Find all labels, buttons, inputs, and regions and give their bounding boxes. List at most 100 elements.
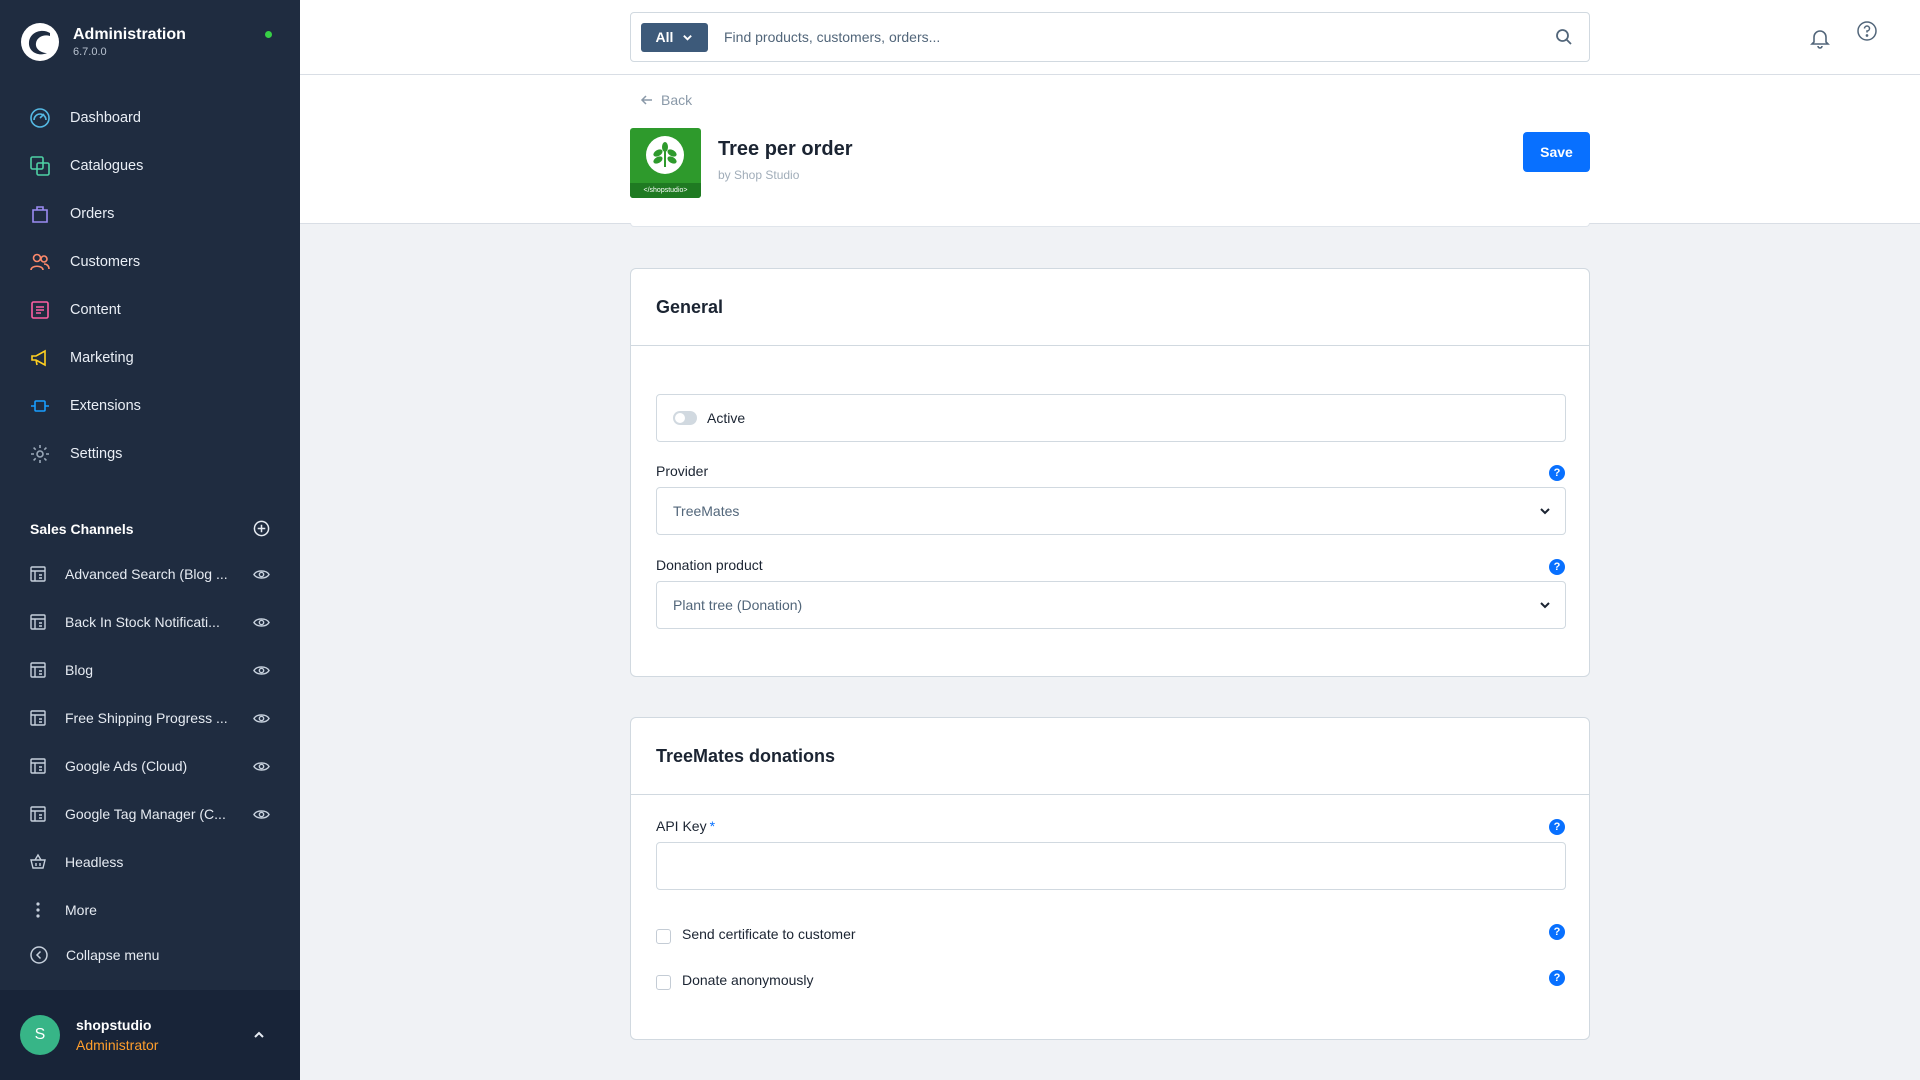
api-key-help-icon[interactable]: ? [1549,819,1565,835]
avatar: S [20,1015,60,1055]
customers-icon [30,253,50,271]
add-sales-channel-icon[interactable] [253,520,270,537]
nav-item-content[interactable]: Content [0,286,300,334]
back-label: Back [661,92,693,108]
donation-product-value: Plant tree (Donation) [673,597,803,613]
collapse-icon [30,946,48,964]
nav-item-marketing[interactable]: Marketing [0,334,300,382]
top-bar: All [300,0,1920,75]
search-input[interactable] [724,29,1555,45]
save-button[interactable]: Save [1523,132,1590,172]
brand: Administration 6.7.0.0 [20,22,186,62]
api-key-label: API Key * [656,818,715,834]
chevron-up-icon[interactable] [252,1028,266,1042]
api-key-label-text: API Key [656,818,707,834]
search-type-dropdown[interactable]: All [641,22,708,52]
status-indicator [265,31,272,38]
eye-icon[interactable] [253,710,270,727]
general-card: General Active Provider ? TreeMates Dona… [630,268,1590,677]
search-icon[interactable] [1555,28,1573,46]
nav-label: Orders [70,206,115,222]
nav-label: Extensions [70,398,141,414]
chevron-down-icon [1540,602,1550,609]
marketing-icon [31,349,46,367]
sales-channel-label: More [65,902,97,918]
nav-label: Customers [70,254,141,270]
send-certificate-checkbox[interactable] [656,929,671,944]
active-toggle[interactable] [673,411,697,425]
extension-logo: </shopstudio> [630,128,701,198]
eye-icon[interactable] [253,662,270,679]
sales-channel-item[interactable]: Advanced Search (Blog ... [0,550,300,598]
sales-channel-list: Advanced Search (Blog ... Back In Stock … [0,550,300,934]
help-icon[interactable] [1856,20,1878,42]
dashboard-icon [30,108,50,128]
nav-item-catalogues[interactable]: Catalogues [0,142,300,190]
storefront-icon [30,614,46,630]
donation-product-select[interactable]: Plant tree (Donation) [656,581,1566,629]
nav-item-customers[interactable]: Customers [0,238,300,286]
sales-channel-label: Back In Stock Notificati... [65,614,220,630]
storefront-icon [30,662,46,678]
global-search: All [630,12,1590,62]
storefront-icon [30,710,46,726]
extension-author: by Shop Studio [718,168,800,182]
sales-channel-item[interactable]: Headless [0,838,300,886]
notifications-bell-icon[interactable] [1808,26,1832,50]
sales-channel-label: Blog [65,662,94,678]
send-certificate-help-icon[interactable]: ? [1549,924,1565,940]
donate-anonymously-label: Donate anonymously [682,972,814,988]
nav-item-orders[interactable]: Orders [0,190,300,238]
provider-value: TreeMates [673,503,740,519]
chevron-down-icon [683,34,693,41]
nav-item-settings[interactable]: Settings [0,430,300,478]
donate-anonymously-checkbox[interactable] [656,975,671,990]
sales-channel-item[interactable]: Back In Stock Notificati... [0,598,300,646]
storefront-icon [30,806,46,822]
donate-anonymously-help-icon[interactable]: ? [1549,970,1565,986]
donation-help-icon[interactable]: ? [1549,559,1565,575]
nav-item-extensions[interactable]: Extensions [0,382,300,430]
main-nav: Dashboard Catalogues Orders Customers Co… [0,94,300,478]
general-card-title: General [631,269,1589,346]
shopware-logo-icon [21,23,59,61]
collapse-menu-button[interactable]: Collapse menu [29,945,159,965]
nav-label: Marketing [70,350,134,366]
user-menu[interactable]: S shopstudio Administrator [0,990,300,1080]
sales-channel-label: Google Tag Manager (C... [65,806,226,822]
logo-tag: </shopstudio> [630,183,701,198]
sales-channels-header: Sales Channels [30,520,270,537]
donation-product-label: Donation product [656,557,763,573]
send-certificate-row: Send certificate to customer [656,924,856,944]
active-label: Active [707,410,746,426]
provider-select[interactable]: TreeMates [656,487,1566,535]
api-key-input[interactable] [656,842,1566,890]
chevron-down-icon [1540,508,1550,515]
back-link[interactable]: Back [640,92,692,108]
eye-icon[interactable] [253,614,270,631]
send-certificate-label: Send certificate to customer [682,926,856,942]
basket-icon [30,853,46,869]
provider-help-icon[interactable]: ? [1549,465,1565,481]
sales-channel-item[interactable]: Free Shipping Progress ... [0,694,300,742]
orders-icon [32,206,48,223]
user-role: Administrator [76,1037,159,1053]
app-title: Administration [73,26,186,43]
provider-label: Provider [656,463,709,479]
sales-channel-item[interactable]: Google Ads (Cloud) [0,742,300,790]
nav-label: Settings [70,446,123,462]
sales-channel-item[interactable]: Google Tag Manager (C... [0,790,300,838]
eye-icon[interactable] [253,806,270,823]
tab-strip-edge [630,223,1590,227]
nav-item-dashboard[interactable]: Dashboard [0,94,300,142]
eye-icon[interactable] [253,566,270,583]
sales-channel-label: Google Ads (Cloud) [65,758,188,774]
nav-label: Content [70,302,121,318]
content-icon [31,301,49,319]
eye-icon[interactable] [253,758,270,775]
sales-channel-item[interactable]: Blog [0,646,300,694]
arrow-left-icon [640,95,652,105]
treemates-card-title: TreeMates donations [631,718,1589,795]
page-header: Back </shopstudio> Tree per order by Sho… [300,75,1920,227]
sales-channel-more[interactable]: More [0,886,300,934]
